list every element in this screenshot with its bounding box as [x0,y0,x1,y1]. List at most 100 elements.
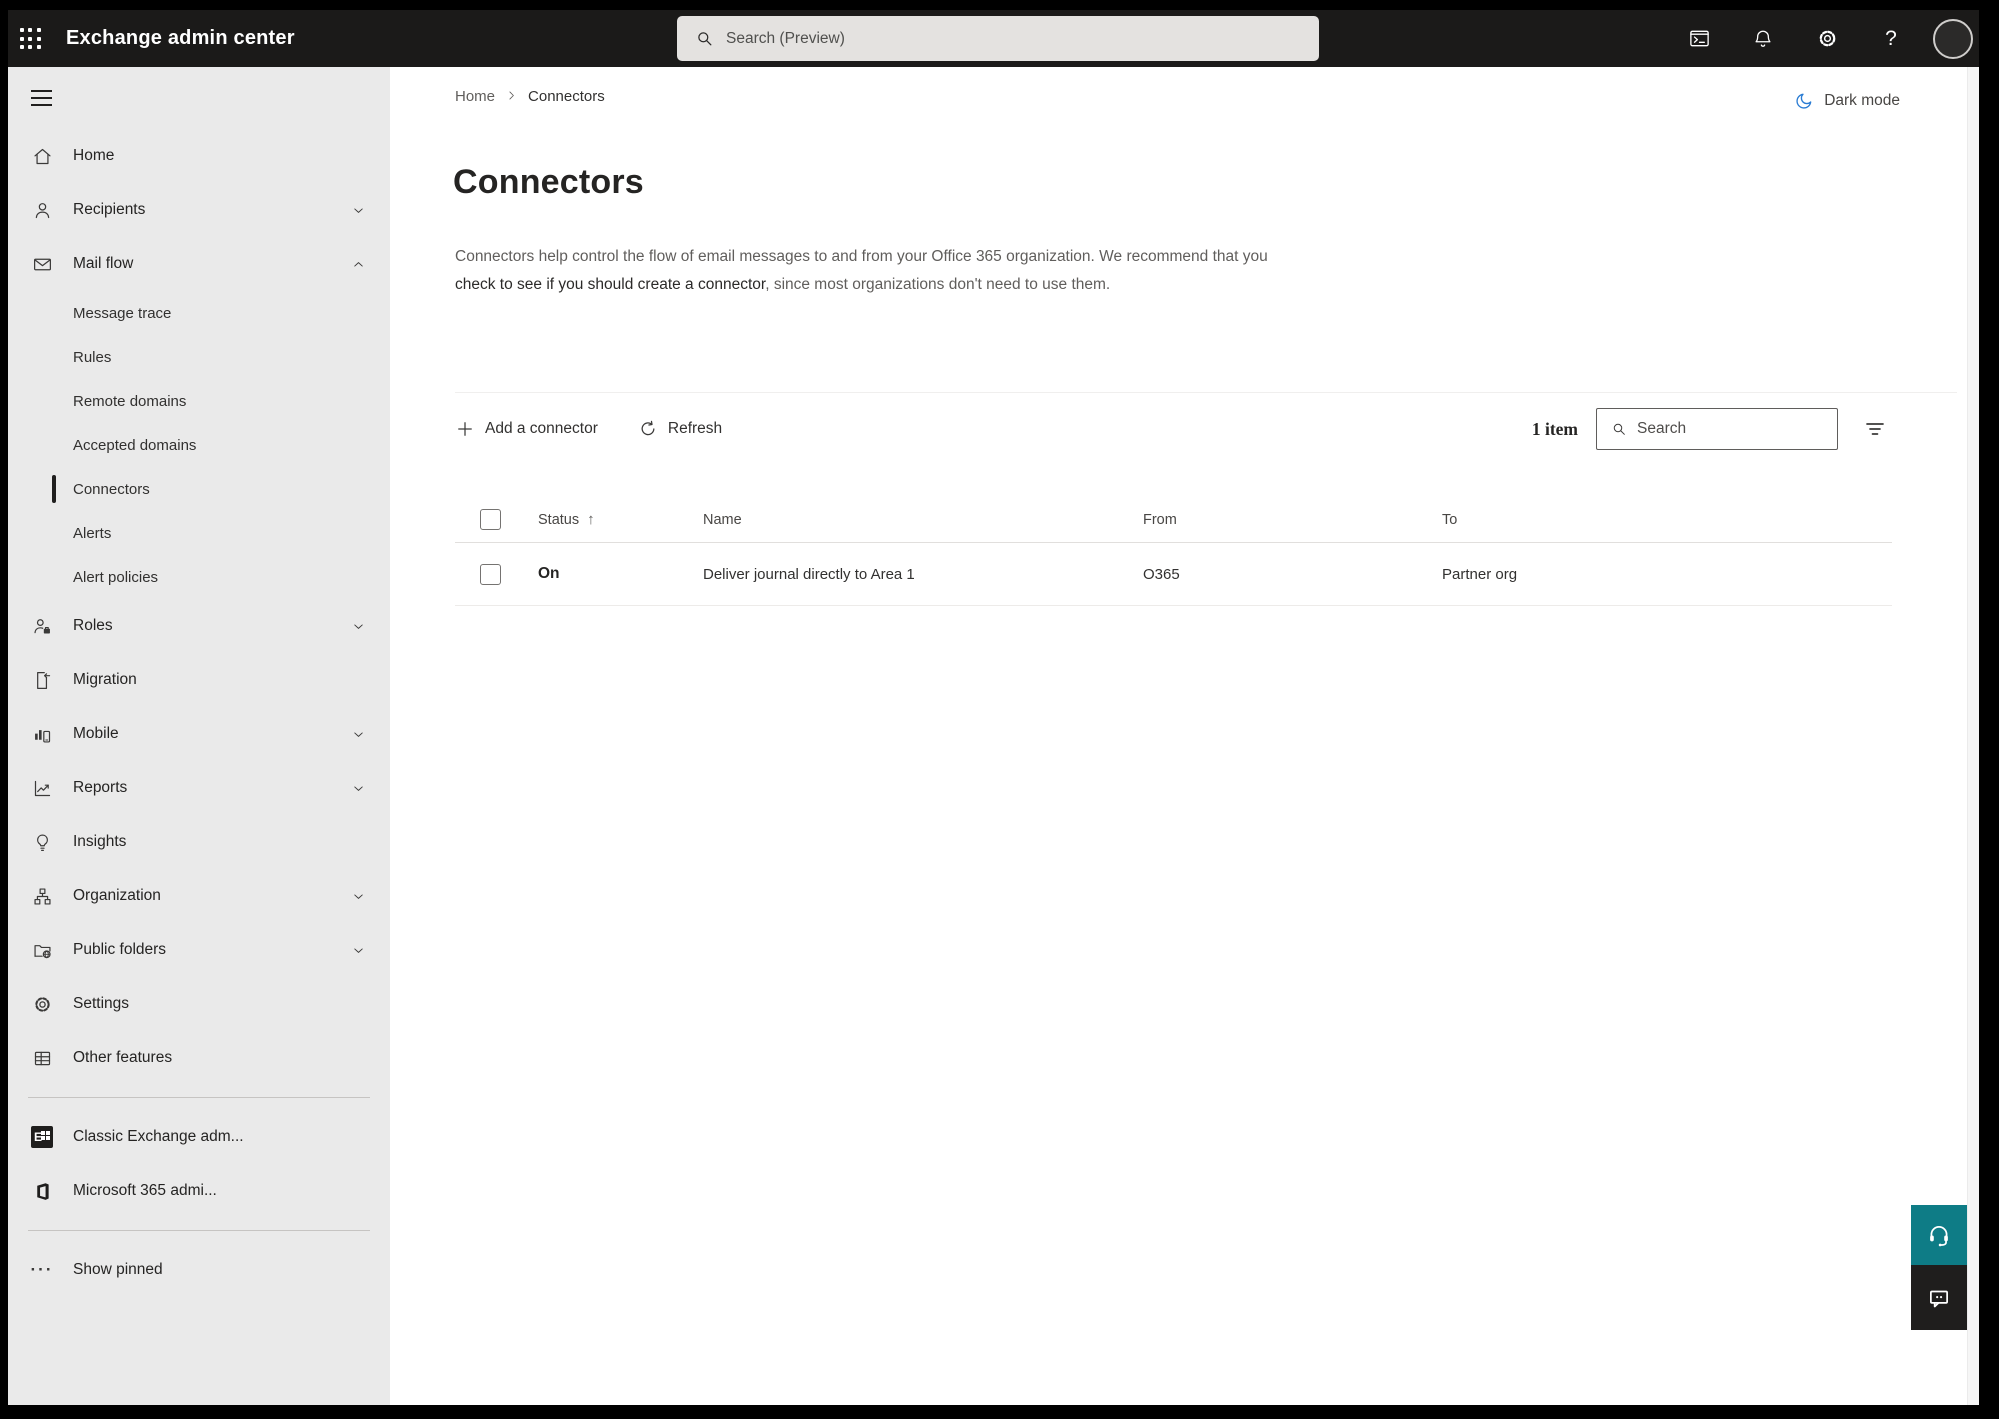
left-nav: Home Recipients Mail flow Message trace … [8,67,390,1405]
refresh-button[interactable]: Refresh [638,419,722,439]
feedback-button[interactable] [1911,1265,1967,1330]
terminal-icon [1689,30,1709,47]
sidebar-divider [28,1230,370,1231]
chevron-down-icon [351,943,366,958]
select-row-checkbox[interactable] [480,563,501,585]
sidebar-item-microsoft-365-admin[interactable]: Microsoft 365 admi... [8,1164,390,1218]
description-link[interactable]: check to see if you should create a conn… [455,276,765,293]
chat-bubble-icon [1930,1290,1948,1307]
question-mark-icon: ? [1885,26,1897,50]
chevron-up-icon [351,257,366,272]
sidebar-item-mail-flow[interactable]: Mail flow [8,237,390,291]
moon-icon [1796,93,1812,109]
description-text: Connectors help control the flow of emai… [455,248,1268,265]
org-chart-icon [30,884,54,908]
app-title: Exchange admin center [66,27,295,49]
chevron-down-icon [351,727,366,742]
sidebar-item-home[interactable]: Home [8,129,390,183]
sort-ascending-icon: ↑ [587,511,595,528]
lightbulb-icon [30,830,54,854]
item-count: 1 item [1531,418,1578,439]
toolbar-divider [455,392,1957,393]
sidebar-item-accepted-domains[interactable]: Accepted domains [8,423,390,467]
exchange-logo-icon: E [30,1125,54,1149]
global-search-input[interactable] [714,16,1319,61]
person-briefcase-icon [30,614,54,638]
table-row[interactable]: On Deliver journal directly to Area 1 O3… [455,543,1892,606]
add-connector-button[interactable]: Add a connector [455,419,598,439]
sidebar-item-mobile[interactable]: Mobile [8,707,390,761]
sidebar-item-public-folders[interactable]: Public folders [8,923,390,977]
list-search-box [1596,408,1838,450]
sidebar-item-show-pinned[interactable]: ··· Show pinned [8,1243,390,1297]
sidebar-item-settings[interactable]: Settings [8,977,390,1031]
refresh-icon [641,420,655,436]
row-status: On [538,565,560,582]
sidebar-item-migration[interactable]: Migration [8,653,390,707]
sidebar-item-message-trace[interactable]: Message trace [8,291,390,335]
dark-mode-toggle[interactable]: Dark mode [1794,91,1900,111]
list-search-input[interactable] [1627,420,1837,438]
sidebar-item-connectors-selected[interactable]: Connectors [8,467,390,511]
table-header-row: Status ↑ Name From To [455,497,1892,543]
search-icon [698,32,712,46]
folder-globe-icon [30,938,54,962]
sidebar-item-alerts[interactable]: Alerts [8,511,390,555]
person-icon [30,198,54,222]
column-header-status[interactable]: Status [538,512,579,528]
page-title: Connectors [453,163,644,201]
chevron-down-icon [351,889,366,904]
row-name: Deliver journal directly to Area 1 [703,565,915,583]
vertical-scrollbar[interactable] [1967,67,1979,1405]
sidebar-item-reports[interactable]: Reports [8,761,390,815]
connectors-table: Status ↑ Name From To On Deliver journal… [455,497,1892,606]
sidebar-item-organization[interactable]: Organization [8,869,390,923]
sidebar-divider [28,1097,370,1098]
account-avatar[interactable] [1933,18,1973,59]
bell-icon [1755,30,1771,47]
nav-collapse-button[interactable] [31,82,63,114]
microsoft-365-logo-icon [30,1179,54,1203]
search-icon [1613,423,1625,435]
column-header-name[interactable]: Name [703,512,1143,528]
sidebar-item-other-features[interactable]: Other features [8,1031,390,1085]
filter-icon [1866,423,1884,435]
help-button[interactable]: ? [1869,17,1913,61]
sidebar-item-insights[interactable]: Insights [8,815,390,869]
chevron-down-icon [351,203,366,218]
selected-indicator [52,475,56,503]
page-description: Connectors help control the flow of emai… [455,243,1307,298]
sidebar-item-rules[interactable]: Rules [8,335,390,379]
ellipsis-icon: ··· [30,1260,54,1279]
chevron-down-icon [351,781,366,796]
filter-button[interactable] [1858,412,1892,446]
column-header-from[interactable]: From [1143,512,1442,528]
settings-button[interactable] [1805,17,1849,61]
main-content: Home Connectors Dark mode Connectors Con… [390,67,1967,1405]
row-to: Partner org [1442,565,1518,583]
select-all-checkbox[interactable] [480,509,501,530]
line-chart-icon [30,776,54,800]
sidebar-item-remote-domains[interactable]: Remote domains [8,379,390,423]
chevron-down-icon [351,619,366,634]
powershell-terminal-button[interactable] [1677,17,1721,61]
screenshot-frame: Exchange admin center Search (Preview) ?… [0,0,1999,1419]
description-text: , since most organizations don't need to… [765,275,1111,293]
floating-action-buttons [1911,1205,1967,1330]
breadcrumb-home-link[interactable]: Home [455,88,495,105]
document-arrow-icon [30,668,54,692]
sidebar-item-roles[interactable]: Roles [8,599,390,653]
support-button[interactable] [1911,1205,1967,1265]
sidebar-item-classic-exchange-admin[interactable]: E Classic Exchange adm... [8,1110,390,1164]
sidebar-item-recipients[interactable]: Recipients [8,183,390,237]
top-bar: Exchange admin center Search (Preview) ? [8,10,1979,67]
breadcrumb-current: Connectors [528,88,605,105]
app-launcher-button[interactable] [8,10,52,67]
headset-icon [1930,1226,1948,1247]
column-header-to[interactable]: To [1442,512,1892,528]
sidebar-item-alert-policies[interactable]: Alert policies [8,555,390,599]
home-icon [30,144,54,168]
notifications-button[interactable] [1741,17,1785,61]
chart-phone-icon [30,722,54,746]
breadcrumb: Home Connectors [455,87,605,106]
